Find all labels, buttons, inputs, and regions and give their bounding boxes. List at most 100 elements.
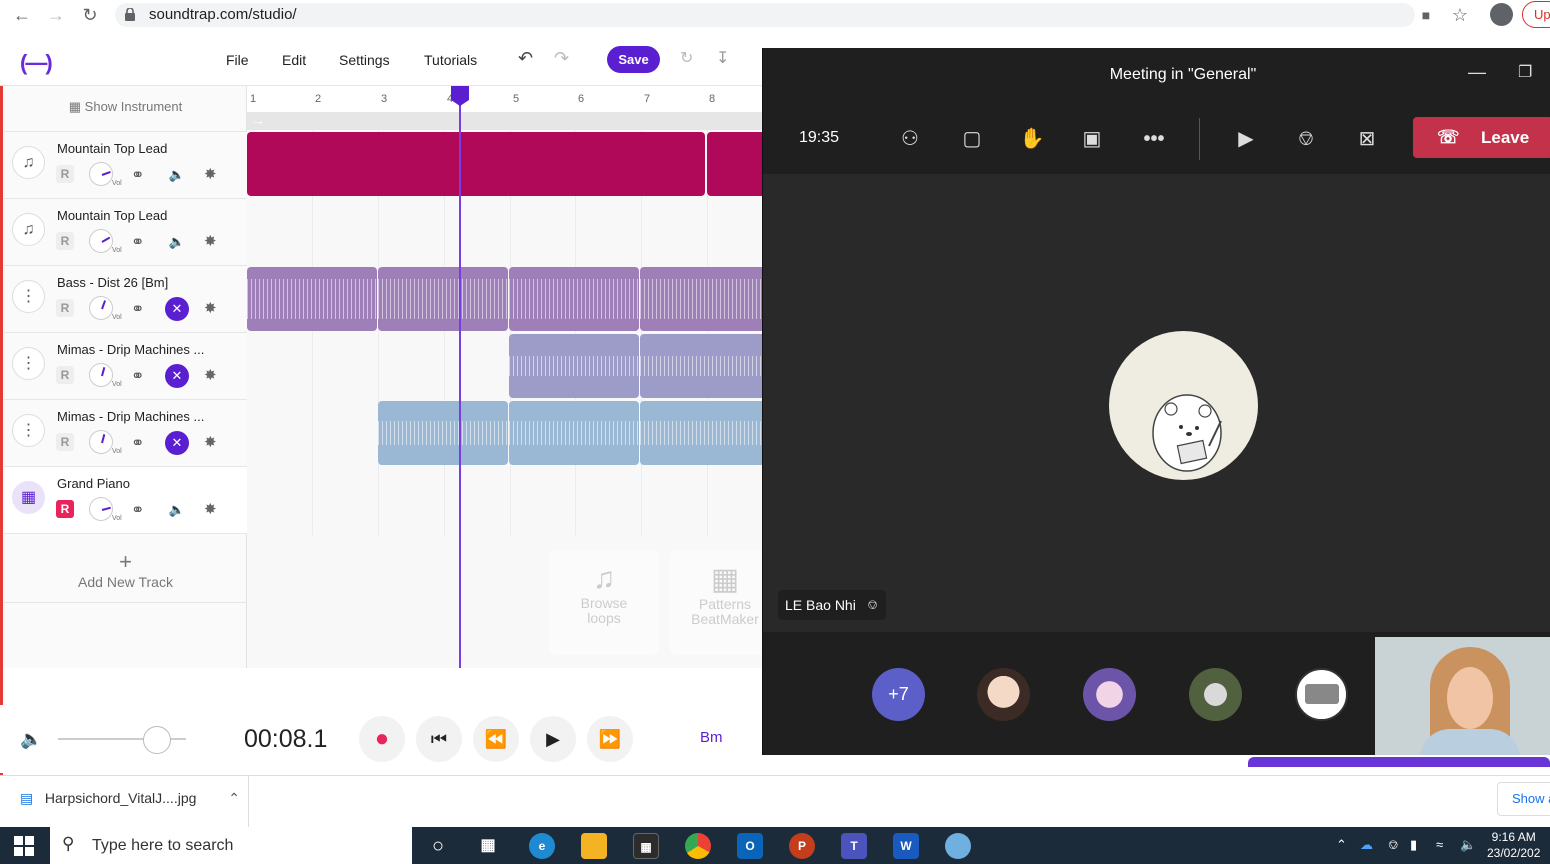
headphones-icon[interactable]: ⚭ xyxy=(131,433,144,453)
midi-region[interactable] xyxy=(707,132,762,196)
headphones-icon[interactable]: ⚭ xyxy=(131,299,144,319)
redo-icon[interactable]: ↷ xyxy=(554,48,569,69)
wifi-icon[interactable]: ≈ xyxy=(1436,837,1443,852)
muted-icon[interactable]: ✕ xyxy=(165,297,189,321)
mute-icon[interactable]: 🔈 xyxy=(165,498,189,522)
minimize-icon[interactable]: — xyxy=(1468,62,1486,83)
menu-tutorials[interactable]: Tutorials xyxy=(424,52,477,68)
cortana-icon[interactable]: ○ xyxy=(425,833,451,859)
track-name[interactable]: Mimas - Drip Machines ... xyxy=(57,342,204,357)
leave-button[interactable]: ☏ Leave xyxy=(1413,117,1550,158)
forward-arrow-icon[interactable]: → xyxy=(46,5,66,25)
waveform-icon[interactable]: ⋮ xyxy=(12,414,45,447)
audio-region[interactable] xyxy=(509,334,639,398)
more-options-icon[interactable]: ••• xyxy=(1139,124,1169,154)
record-arm-button[interactable]: R xyxy=(56,500,74,518)
piano-icon[interactable]: ▦ xyxy=(12,481,45,514)
effects-icon[interactable]: ✸ xyxy=(204,232,217,250)
track-name[interactable]: Mountain Top Lead xyxy=(57,208,167,223)
back-arrow-icon[interactable]: ← xyxy=(12,5,32,25)
play-icon[interactable]: ▶ xyxy=(530,716,576,762)
participant-thumbnail[interactable] xyxy=(977,668,1030,721)
paint-icon[interactable] xyxy=(945,833,971,859)
waveform-icon[interactable]: ⋮ xyxy=(12,347,45,380)
onedrive-icon[interactable]: ☁ xyxy=(1360,837,1373,853)
volume-knob[interactable] xyxy=(89,296,113,320)
record-arm-button[interactable]: R xyxy=(56,433,74,451)
headphones-icon[interactable]: ⚭ xyxy=(131,165,144,185)
participant-thumbnail[interactable] xyxy=(1295,668,1348,721)
stop-share-icon[interactable]: ⊠ xyxy=(1352,124,1382,154)
menu-settings[interactable]: Settings xyxy=(339,52,390,68)
edge-icon[interactable]: e xyxy=(529,833,555,859)
volume-knob[interactable] xyxy=(89,497,113,521)
audio-region[interactable] xyxy=(640,401,762,465)
restore-icon[interactable]: ❐ xyxy=(1518,62,1532,82)
playhead[interactable] xyxy=(459,86,461,668)
volume-knob[interactable] xyxy=(89,162,113,186)
headphones-icon[interactable]: ⚭ xyxy=(131,232,144,252)
battery-icon[interactable]: ▮ xyxy=(1410,837,1417,853)
volume-knob[interactable] xyxy=(89,363,113,387)
address-bar[interactable]: soundtrap.com/studio/ xyxy=(115,3,1415,27)
timeline-area[interactable]: 1 2 3 4 5 6 7 8 → ♫ Browse loops ▦ Patte… xyxy=(247,86,762,668)
chrome-icon[interactable] xyxy=(685,833,711,859)
volume-knob[interactable] xyxy=(89,229,113,253)
self-video-preview[interactable] xyxy=(1375,637,1550,755)
download-item[interactable]: ▤ Harpsichord_VitalJ....jpg ⌃ xyxy=(20,790,240,807)
participants-icon[interactable]: ⚇ xyxy=(895,124,925,154)
store-icon[interactable]: ▦ xyxy=(633,833,659,859)
record-arm-button[interactable]: R xyxy=(56,299,74,317)
chevron-up-icon[interactable]: ⌃ xyxy=(228,790,240,806)
track-row[interactable]: ⋮ Bass - Dist 26 [Bm] R Vol ⚭ ✕ ✸ xyxy=(4,266,247,333)
track-row-selected[interactable]: ▦ Grand Piano R Vol ⚭ 🔈 ✸ xyxy=(4,467,247,534)
rooms-icon[interactable]: ▣ xyxy=(1077,124,1107,154)
show-instrument-toggle[interactable]: ▦ Show Instrument xyxy=(4,86,247,132)
add-track-button[interactable]: + Add New Track xyxy=(4,536,247,603)
reload-icon[interactable]: ↻ xyxy=(80,5,100,25)
track-name[interactable]: Mimas - Drip Machines ... xyxy=(57,409,204,424)
record-arm-button[interactable]: R xyxy=(56,165,74,183)
track-row[interactable]: ⋮ Mimas - Drip Machines ... R Vol ⚭ ✕ ✸ xyxy=(4,333,247,400)
menu-edit[interactable]: Edit xyxy=(282,52,306,68)
soundtrap-logo[interactable]: (—) xyxy=(20,50,53,76)
guitar-icon[interactable]: ♫ xyxy=(12,146,45,179)
audio-region[interactable] xyxy=(509,401,639,465)
volume-tray-icon[interactable]: 🔈 xyxy=(1460,837,1476,853)
more-participants-button[interactable]: +7 xyxy=(872,668,925,721)
camera-icon[interactable]: ▶ xyxy=(1231,124,1261,154)
profile-avatar[interactable] xyxy=(1490,3,1513,26)
taskbar-search[interactable]: ⚲ Type here to search xyxy=(50,827,412,864)
update-button[interactable]: Up xyxy=(1522,1,1550,28)
mute-icon[interactable]: 🔈 xyxy=(165,230,189,254)
effects-icon[interactable]: ✸ xyxy=(204,366,217,384)
word-icon[interactable]: W xyxy=(893,833,919,859)
track-row[interactable]: ♫ Mountain Top Lead R Vol ⚭ 🔈 ✸ xyxy=(4,199,247,266)
effects-icon[interactable]: ✸ xyxy=(204,165,217,183)
timeline-ruler[interactable]: 1 2 3 4 5 6 7 8 xyxy=(247,86,762,112)
save-button[interactable]: Save xyxy=(607,46,660,73)
file-explorer-icon[interactable] xyxy=(581,833,607,859)
rewind-icon[interactable]: ⏪ xyxy=(473,716,519,762)
track-name[interactable]: Grand Piano xyxy=(57,476,130,491)
powerpoint-icon[interactable]: P xyxy=(789,833,815,859)
midi-region[interactable] xyxy=(247,132,705,196)
audio-region[interactable] xyxy=(509,267,639,331)
record-arm-button[interactable]: R xyxy=(56,232,74,250)
record-arm-button[interactable]: R xyxy=(56,366,74,384)
skip-to-start-icon[interactable]: ⏮ xyxy=(416,716,462,762)
muted-icon[interactable]: ✕ xyxy=(165,431,189,455)
microphone-icon[interactable]: ⎊ xyxy=(1291,124,1321,154)
participant-thumbnail[interactable] xyxy=(1083,668,1136,721)
menu-file[interactable]: File xyxy=(226,52,249,68)
camera-blocked-icon[interactable]: ■ xyxy=(1416,5,1436,25)
undo-icon[interactable]: ↶ xyxy=(518,48,533,69)
track-name[interactable]: Bass - Dist 26 [Bm] xyxy=(57,275,168,290)
outlook-icon[interactable]: O xyxy=(737,833,763,859)
fast-forward-icon[interactable]: ⏩ xyxy=(587,716,633,762)
headphones-icon[interactable]: ⚭ xyxy=(131,366,144,386)
sync-icon[interactable]: ↻ xyxy=(680,48,693,68)
speaker-icon[interactable]: 🔈 xyxy=(20,729,42,750)
audio-region[interactable] xyxy=(640,267,762,331)
waveform-icon[interactable]: ⋮ xyxy=(12,280,45,313)
